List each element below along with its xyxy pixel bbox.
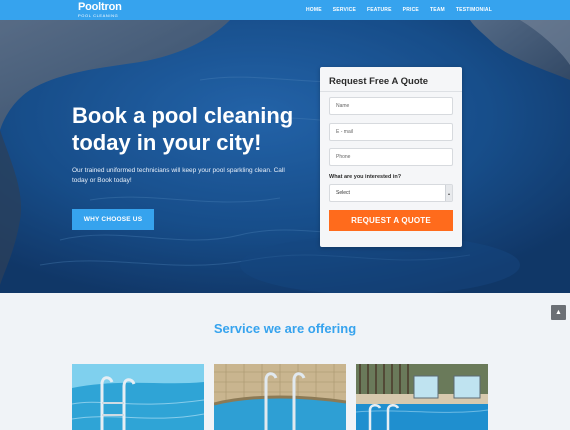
quote-form-title: Request Free A Quote xyxy=(329,76,429,87)
hero-section: Book a pool cleaning today in your city!… xyxy=(0,20,570,293)
pool-ladder-image xyxy=(72,364,204,430)
services-section: ▲ Service we are offering xyxy=(0,293,570,430)
nav-team[interactable]: TEAM xyxy=(430,7,445,13)
quote-form-divider xyxy=(320,91,462,92)
name-input[interactable]: Name xyxy=(329,97,453,115)
nav-price[interactable]: PRICE xyxy=(403,7,419,13)
service-card-image[interactable] xyxy=(356,364,488,430)
pool-deck-image xyxy=(214,364,346,430)
nav-feature[interactable]: FEATURE xyxy=(367,7,392,13)
chevron-up-icon[interactable]: ▲ xyxy=(551,305,566,320)
services-title: Service we are offering xyxy=(213,321,357,336)
service-card-image[interactable] xyxy=(214,364,346,430)
hero-overlay xyxy=(0,20,570,293)
nav-testimonial[interactable]: TESTIMONIAL xyxy=(456,7,492,13)
interest-select-value: Select xyxy=(336,190,350,196)
hero-title: Book a pool cleaning today in your city! xyxy=(72,103,294,155)
nav-service[interactable]: SERVICE xyxy=(333,7,356,13)
why-choose-us-button[interactable]: WHY CHOOSE US xyxy=(72,209,154,230)
select-arrows-icon: ▴ xyxy=(445,185,452,201)
brand-logo[interactable]: Pooltron POOL CLEANING xyxy=(78,1,122,19)
brand-name: Pooltron xyxy=(78,1,122,13)
top-navigation-bar: Pooltron POOL CLEANING HOME SERVICE FEAT… xyxy=(0,0,570,20)
service-card-image[interactable] xyxy=(72,364,204,430)
brand-tagline: POOL CLEANING xyxy=(78,13,119,18)
interest-select[interactable]: Select ▴ xyxy=(329,184,453,202)
quote-form: Request Free A Quote Name E - mail Phone… xyxy=(320,67,462,247)
phone-input[interactable]: Phone xyxy=(329,148,453,166)
hero-description: Our trained uniformed technicians will k… xyxy=(72,167,285,184)
request-quote-button[interactable]: REQUEST A QUOTE xyxy=(329,210,453,231)
main-nav: HOME SERVICE FEATURE PRICE TEAM TESTIMON… xyxy=(306,0,492,20)
email-input[interactable]: E - mail xyxy=(329,123,453,141)
nav-home[interactable]: HOME xyxy=(306,7,322,13)
pool-lounge-image xyxy=(356,364,488,430)
interest-select-label: What are you interested in? xyxy=(329,174,402,180)
